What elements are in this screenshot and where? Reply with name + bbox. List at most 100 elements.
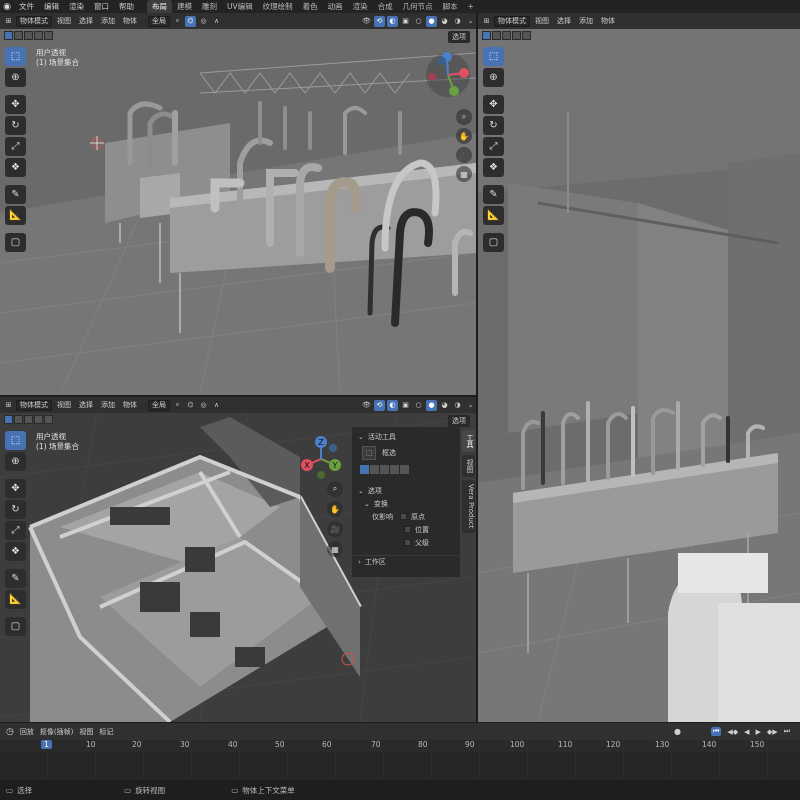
tool-select-box-row[interactable]: ⬚ 框选 [352,443,460,463]
perspective-grid-icon[interactable]: ▦ [327,541,343,557]
prev-keyframe-icon[interactable]: ◀◆ [727,728,738,736]
select-subtract-icon[interactable] [502,31,511,40]
measure-tool-icon[interactable]: 📐 [5,206,26,225]
menu-view[interactable]: 视图 [54,16,74,27]
overlay-toggle-icon[interactable]: ◐ [387,15,398,27]
scale-tool-icon[interactable]: ⤢ [5,137,26,156]
shading-rendered-icon[interactable]: ◑ [452,16,463,27]
editor-type-icon[interactable]: ⊞ [3,400,14,411]
navigation-gizmo[interactable]: X Y Z [296,435,346,481]
shading-rendered-icon[interactable]: ◑ [452,400,463,411]
tab-rendering[interactable]: 渲染 [348,0,373,13]
transform-tool-icon[interactable]: ❖ [5,542,26,561]
locations-checkbox[interactable] [404,526,411,533]
transform-tool-icon[interactable]: ❖ [5,158,26,177]
measure-tool-icon[interactable]: 📐 [483,206,504,225]
frame-ruler[interactable]: 1 10 20 30 40 50 60 70 80 90 110 120 130… [0,740,800,752]
add-cube-tool-icon[interactable]: ▢ [5,233,26,252]
select-new-icon[interactable] [482,31,491,40]
tab-compositing[interactable]: 合成 [373,0,398,13]
tab-geometry-nodes[interactable]: 几何节点 [398,0,438,13]
transform-tool-icon[interactable]: ❖ [483,158,504,177]
cursor-tool-icon[interactable]: ⊕ [5,68,26,87]
select-subtract-icon[interactable] [380,465,389,474]
tab-scripting[interactable]: 脚本 [438,0,463,13]
timeline-track-area[interactable] [0,752,800,780]
menu-select[interactable]: 选择 [554,16,574,27]
record-icon[interactable]: ● [674,727,681,736]
perspective-grid-icon[interactable]: ▦ [456,166,472,182]
menu-render[interactable]: 渲染 [64,0,89,13]
tab-modeling[interactable]: 建模 [172,0,197,13]
add-cube-tool-icon[interactable]: ▢ [483,233,504,252]
affect-origins-row[interactable]: 仅影响 原点 [352,510,460,523]
shading-options-icon[interactable]: ⌄ [465,16,476,27]
editor-type-icon[interactable]: ⊞ [3,16,14,27]
select-invert-icon[interactable] [390,465,399,474]
select-invert-icon[interactable] [512,31,521,40]
annotate-tool-icon[interactable]: ✎ [5,569,26,588]
active-tool-header[interactable]: ⌄ 活动工具 [352,430,460,443]
affect-parents-row[interactable]: 父级 [352,536,460,549]
select-box-tool-icon[interactable]: ⬚ [5,431,26,450]
mode-dropdown[interactable]: 物体模式 [16,399,52,411]
camera-view-icon[interactable]: 🎥 [327,521,343,537]
editor-type-icon[interactable]: ⊞ [481,16,492,27]
menu-view[interactable]: 视图 [54,400,74,411]
tab-uv-editing[interactable]: UV编辑 [222,0,258,13]
rotate-tool-icon[interactable]: ↻ [483,116,504,135]
menu-add[interactable]: 添加 [98,16,118,27]
scale-tool-icon[interactable]: ⤢ [483,137,504,156]
shading-material-icon[interactable]: ◕ [439,400,450,411]
xray-icon[interactable]: ▣ [400,400,411,411]
proportional-icon[interactable]: ◎ [198,400,209,411]
play-icon[interactable]: ▶ [756,728,761,736]
editor-type-icon[interactable]: ◷ [6,727,14,737]
workspace-header[interactable]: › 工作区 [352,555,460,568]
mode-dropdown[interactable]: 物体模式 [16,15,52,27]
jump-start-icon[interactable]: ⏮ [711,727,722,736]
menu-help[interactable]: 帮助 [114,0,139,13]
select-subtract-icon[interactable] [24,415,33,424]
current-frame-indicator[interactable]: 1 [41,740,52,749]
proportional-icon[interactable]: ◎ [198,16,209,27]
select-intersect-icon[interactable] [400,465,409,474]
add-cube-tool-icon[interactable]: ▢ [5,617,26,636]
move-tool-icon[interactable]: ✥ [5,479,26,498]
select-subtract-icon[interactable] [24,31,33,40]
menu-window[interactable]: 窗口 [89,0,114,13]
select-box-tool-icon[interactable]: ⬚ [483,47,504,66]
select-new-icon[interactable] [4,31,13,40]
tab-animation[interactable]: 动画 [323,0,348,13]
select-extend-icon[interactable] [14,31,23,40]
affect-locations-row[interactable]: 位置 [352,523,460,536]
annotate-tool-icon[interactable]: ✎ [483,185,504,204]
tab-shading[interactable]: 着色 [298,0,323,13]
gizmo-toggle-icon[interactable]: ⟲ [374,15,385,27]
cursor-tool-icon[interactable]: ⊕ [5,452,26,471]
tab-view[interactable]: 视图 [462,455,475,477]
menu-object[interactable]: 物体 [120,400,140,411]
pivot-icon[interactable]: ⚬ [172,16,183,27]
select-extend-icon[interactable] [370,465,379,474]
options-header[interactable]: ⌄ 选项 [352,484,460,497]
cursor-tool-icon[interactable]: ⊕ [483,68,504,87]
zoom-icon[interactable]: ⌕ [327,481,343,497]
viewport-top-left[interactable]: ⊞ 物体模式 视图 选择 添加 物体 全局 ⚬ ⌬ ◎ ∧ 👁 ⟲ ◐ ▣ ○ … [0,13,476,395]
options-dropdown[interactable]: 选项 [448,415,470,427]
menu-object[interactable]: 物体 [120,16,140,27]
transform-header[interactable]: ⌄ 变换 [352,497,460,510]
keying-menu[interactable]: 抠像(插帧) [40,727,73,737]
viewport-right[interactable]: ⊞ 物体模式 视图 选择 添加 物体 ⬚ ⊕ ✥ ↻ ⤢ ❖ ✎ 📐 ▢ [478,13,800,722]
select-intersect-icon[interactable] [44,415,53,424]
jump-end-icon[interactable]: ⏭ [784,727,790,736]
shading-material-icon[interactable]: ◕ [439,16,450,27]
tab-tool[interactable]: 工具 [462,430,475,452]
annotate-tool-icon[interactable]: ✎ [5,185,26,204]
snap-icon[interactable]: ⌬ [185,15,196,27]
parents-checkbox[interactable] [404,539,411,546]
playback-menu[interactable]: 回放 [20,727,34,737]
rotate-tool-icon[interactable]: ↻ [5,116,26,135]
pan-hand-icon[interactable]: ✋ [456,128,472,144]
zoom-icon[interactable]: ⌕ [456,109,472,125]
